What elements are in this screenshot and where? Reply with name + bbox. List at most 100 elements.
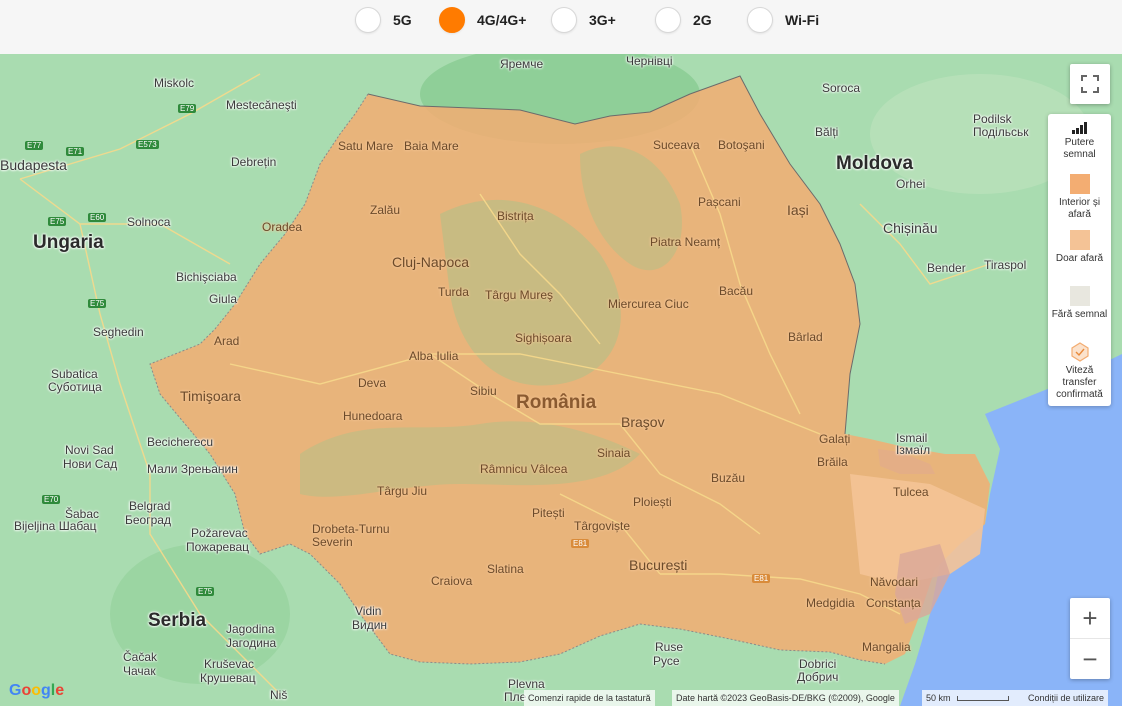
option-5g-label: 5G xyxy=(393,12,412,28)
map-data-attribution: Date hartă ©2023 GeoBasis-DE/BKG (©2009)… xyxy=(672,690,899,706)
option-wifi[interactable]: Wi-Fi xyxy=(747,4,819,36)
road-e81a: E81 xyxy=(571,539,590,548)
label-targu-mures: Târgu Mureş xyxy=(485,288,554,302)
road-e60: E60 xyxy=(88,213,107,222)
scale-bar[interactable]: 50 km xyxy=(922,690,1024,706)
label-bacau: Bacău xyxy=(719,284,754,298)
label-brasov: Braşov xyxy=(621,414,665,430)
label-pleven-cyr: Пле xyxy=(504,690,527,704)
label-serbia: Serbia xyxy=(148,610,207,631)
radio-2g[interactable] xyxy=(655,7,681,33)
coverage-map[interactable]: Ungaria Moldova Serbia Budapesta Miskolc… xyxy=(0,54,1122,706)
label-zalau: Zalău xyxy=(370,203,401,217)
label-chernivtsi: Чернівці xyxy=(626,54,673,68)
option-4g-label: 4G/4G+ xyxy=(477,12,527,28)
label-bucuresti: București xyxy=(629,557,688,573)
label-bender: Bender xyxy=(927,261,966,275)
legend-outdoor-label: Doar afară xyxy=(1055,253,1104,264)
radio-3g[interactable] xyxy=(551,7,577,33)
radio-5g[interactable] xyxy=(355,7,381,33)
label-cluj: Cluj-Napoca xyxy=(392,254,470,270)
option-5g[interactable]: 5G xyxy=(355,4,412,36)
option-3g-label: 3G+ xyxy=(589,12,616,28)
label-pozarevac-cyr: Пожаревац xyxy=(186,540,249,554)
label-alba: Alba Iulia xyxy=(409,349,459,363)
terms-link[interactable]: Condiții de utilizare xyxy=(1024,690,1109,706)
label-craiova: Craiova xyxy=(431,574,473,588)
label-drobeta: Drobeta-Turnu Severin xyxy=(312,522,390,549)
legend-confirmed-label: Viteză transfer confirmată xyxy=(1056,365,1103,400)
google-logo: Google xyxy=(9,682,65,699)
label-vidin: Vidin xyxy=(355,604,382,618)
signal-legend: Putere semnal Interior și afară Doar afa… xyxy=(1048,114,1111,406)
legend-title: Putere semnal xyxy=(1048,122,1111,161)
legend-indoor-label: Interior și afară xyxy=(1058,197,1101,220)
label-soroca: Soroca xyxy=(822,81,861,95)
keyboard-shortcuts-link[interactable]: Comenzi rapide de la tastatură xyxy=(524,690,655,706)
legend-item-indoor: Interior și afară xyxy=(1048,174,1111,221)
label-dobrich: Dobrici xyxy=(799,657,837,671)
label-jagodina-cyr: Јагодина xyxy=(226,636,277,650)
label-novi-sad-cyr: Нови Сад xyxy=(63,457,118,471)
label-baia-mare: Baia Mare xyxy=(404,139,459,153)
swatch-no-signal xyxy=(1069,286,1090,306)
label-sighisoara: Sighișoara xyxy=(515,331,572,345)
label-balti: Bălți xyxy=(815,125,839,139)
label-krusevac-cyr: Крушевац xyxy=(200,671,256,685)
label-budapest: Budapesta xyxy=(0,157,67,173)
fullscreen-button[interactable] xyxy=(1070,64,1110,104)
label-satu-mare: Satu Mare xyxy=(338,139,394,153)
zoom-out-button[interactable]: − xyxy=(1070,639,1110,679)
label-deva: Deva xyxy=(358,376,387,390)
scale-label: 50 km xyxy=(926,693,951,703)
legend-title-text: Putere semnal xyxy=(1063,137,1096,160)
scale-line xyxy=(957,696,1010,702)
option-4g[interactable]: 4G/4G+ xyxy=(439,4,526,36)
label-novi-sad: Novi Sad xyxy=(65,443,114,457)
road-e70: E70 xyxy=(42,495,61,504)
label-pozarevac: Požarevac xyxy=(191,526,248,540)
radio-4g[interactable] xyxy=(439,7,465,33)
label-oradea: Oradea xyxy=(262,220,303,234)
swatch-outdoor xyxy=(1069,230,1090,250)
label-tiraspol: Tiraspol xyxy=(984,258,1027,272)
label-podilsk: Подільськ xyxy=(973,125,1029,139)
label-suceava: Suceava xyxy=(653,138,700,152)
option-2g[interactable]: 2G xyxy=(655,4,712,36)
road-e71a: E71 xyxy=(66,147,85,156)
label-ploiesti: Ploiești xyxy=(633,495,672,509)
label-jagodina: Jagodina xyxy=(226,622,275,636)
label-timisoara: Timişoara xyxy=(180,388,241,404)
label-hunedoara: Hunedoara xyxy=(343,409,403,423)
road-e75b: E75 xyxy=(88,299,107,308)
label-iasi: Iași xyxy=(787,202,809,218)
road-e75c: E75 xyxy=(196,587,215,596)
zoom-in-button[interactable]: + xyxy=(1070,598,1110,639)
label-botosani: Botoşani xyxy=(718,138,765,152)
label-romania: România xyxy=(516,392,597,413)
label-ismail-cyr: Ізмаїл xyxy=(896,443,931,457)
road-e81b: E81 xyxy=(752,574,771,583)
label-arad: Arad xyxy=(214,334,240,348)
label-belgrad-cyr: Београд xyxy=(125,513,171,527)
label-navodari: Năvodari xyxy=(870,575,919,589)
radio-wifi[interactable] xyxy=(747,7,773,33)
label-subatica: Subatica xyxy=(51,367,98,381)
label-podilsk-lat: Podilsk xyxy=(973,112,1012,126)
label-yaremche: Яремче xyxy=(500,57,544,71)
label-miercurea: Miercurea Ciuc xyxy=(608,297,689,311)
option-wifi-label: Wi-Fi xyxy=(785,12,820,28)
label-ruse: Ruse xyxy=(655,640,684,654)
road-e77: E77 xyxy=(25,141,44,150)
option-3g[interactable]: 3G+ xyxy=(551,4,616,36)
label-debretin: Debrețin xyxy=(231,155,277,169)
label-becicherecu: Becicherecu xyxy=(147,435,214,449)
label-mestecanesti: Mestecăneşti xyxy=(226,98,297,112)
label-solnoca: Solnoca xyxy=(127,215,171,229)
legend-item-no-signal: Fără semnal xyxy=(1048,286,1111,321)
label-giula: Giula xyxy=(209,292,238,306)
label-barlad: Bârlad xyxy=(788,330,823,344)
label-pascani: Pașcani xyxy=(698,195,741,209)
fullscreen-icon xyxy=(1081,75,1099,93)
label-bistrita: Bistrița xyxy=(497,209,534,223)
